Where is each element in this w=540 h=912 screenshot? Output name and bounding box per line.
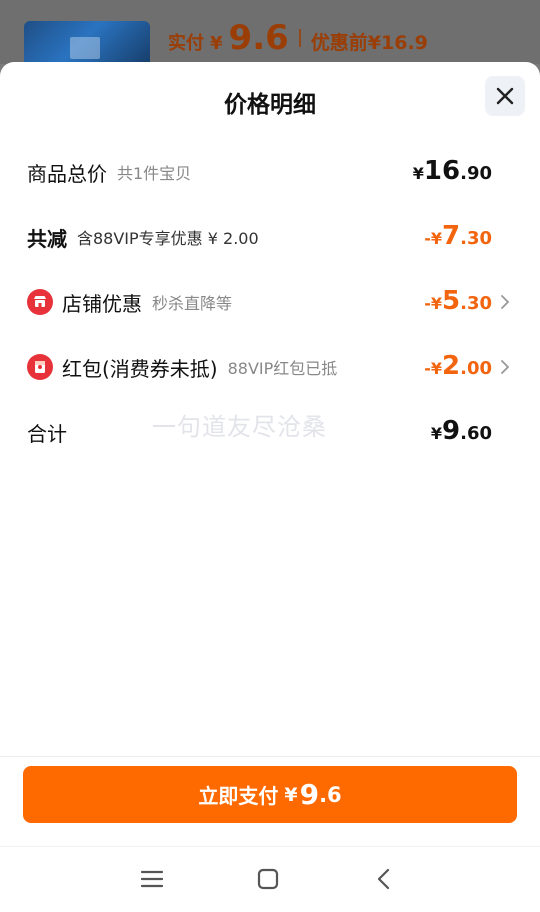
chevron-right-icon <box>501 360 510 374</box>
row-label: 共减 <box>27 226 67 251</box>
amount-integer: 9 <box>442 416 461 446</box>
divider <box>298 29 301 47</box>
pay-amount-decimal: .6 <box>319 782 342 807</box>
pay-now-button[interactable]: 立即支付 ¥ 9 .6 <box>23 766 517 823</box>
store-icon <box>27 289 53 315</box>
order-summary-strip: 实付 ¥ 9.6 优惠前 ¥16.9 <box>0 0 540 69</box>
row-label: 红包(消费券未抵) <box>62 356 218 381</box>
row-amount: ¥ 9 .60 <box>431 416 492 446</box>
row-sub: 88VIP红包已抵 <box>227 359 338 378</box>
row-sub: 含88VIP专享优惠 ¥ 2.00 <box>77 229 259 248</box>
menu-button[interactable] <box>136 863 168 895</box>
price-detail-sheet: 价格明细 商品总价 共1件宝贝 ¥ 16 .90 共减 含88VIP专享优惠 ¥… <box>0 62 540 911</box>
red-packet-icon <box>27 354 53 380</box>
row-goods-total: 商品总价 共1件宝贝 ¥ 16 .90 <box>0 152 540 192</box>
home-icon <box>257 868 279 890</box>
row-total-discount: 共减 含88VIP专享优惠 ¥ 2.00 -¥ 7 .30 <box>0 217 540 257</box>
amount-currency: -¥ <box>424 359 443 378</box>
row-label: 店铺优惠 <box>62 291 142 316</box>
amount-currency: ¥ <box>430 424 443 443</box>
top-price-summary: 实付 ¥ 9.6 优惠前 ¥16.9 <box>168 18 428 58</box>
amount-integer: 7 <box>442 221 461 251</box>
sheet-title: 价格明细 <box>224 92 316 118</box>
row-sub: 共1件宝贝 <box>117 164 192 183</box>
amount-integer: 5 <box>442 286 461 316</box>
close-button[interactable] <box>485 76 525 116</box>
amount-integer: 2 <box>442 351 461 381</box>
amount-decimal: .30 <box>460 293 492 314</box>
row-store-discount[interactable]: 店铺优惠 秒杀直降等 -¥ 5 .30 <box>0 282 540 322</box>
amount-currency: -¥ <box>424 229 443 248</box>
pay-amount-integer: 9 <box>299 778 320 811</box>
paid-label: 实付 <box>168 33 204 54</box>
paid-currency: ¥ <box>210 33 223 54</box>
amount-decimal: .00 <box>460 358 492 379</box>
menu-icon <box>141 870 163 888</box>
amount-currency: ¥ <box>412 164 424 183</box>
row-amount: -¥ 2 .00 <box>424 351 492 381</box>
amount-decimal: .30 <box>460 228 492 249</box>
back-button[interactable] <box>368 863 400 895</box>
system-nav-bar <box>0 846 540 912</box>
row-amount: -¥ 5 .30 <box>424 286 492 316</box>
pay-label: 立即支付 <box>198 784 279 808</box>
before-amount: ¥16.9 <box>367 32 428 54</box>
row-sub: 秒杀直降等 <box>152 294 233 313</box>
chevron-right-icon <box>501 295 510 309</box>
before-label: 优惠前 <box>310 32 368 54</box>
row-label: 商品总价 <box>27 161 107 186</box>
home-button[interactable] <box>252 863 284 895</box>
row-amount: -¥ 7 .30 <box>424 221 492 251</box>
watermark: 一句道友尽沧桑 <box>152 413 327 441</box>
amount-decimal: .60 <box>460 423 492 444</box>
amount-decimal: .90 <box>460 163 492 184</box>
back-icon <box>377 868 390 890</box>
close-icon <box>496 87 514 105</box>
row-red-packet[interactable]: 红包(消费券未抵) 88VIP红包已抵 -¥ 2 .00 <box>0 347 540 387</box>
row-label: 合计 <box>27 421 67 446</box>
amount-integer: 16 <box>423 156 461 186</box>
divider <box>0 756 540 757</box>
paid-amount: 9.6 <box>228 18 289 58</box>
pay-currency: ¥ <box>284 783 298 806</box>
amount-currency: -¥ <box>424 294 443 313</box>
row-amount: ¥ 16 .90 <box>413 156 492 186</box>
